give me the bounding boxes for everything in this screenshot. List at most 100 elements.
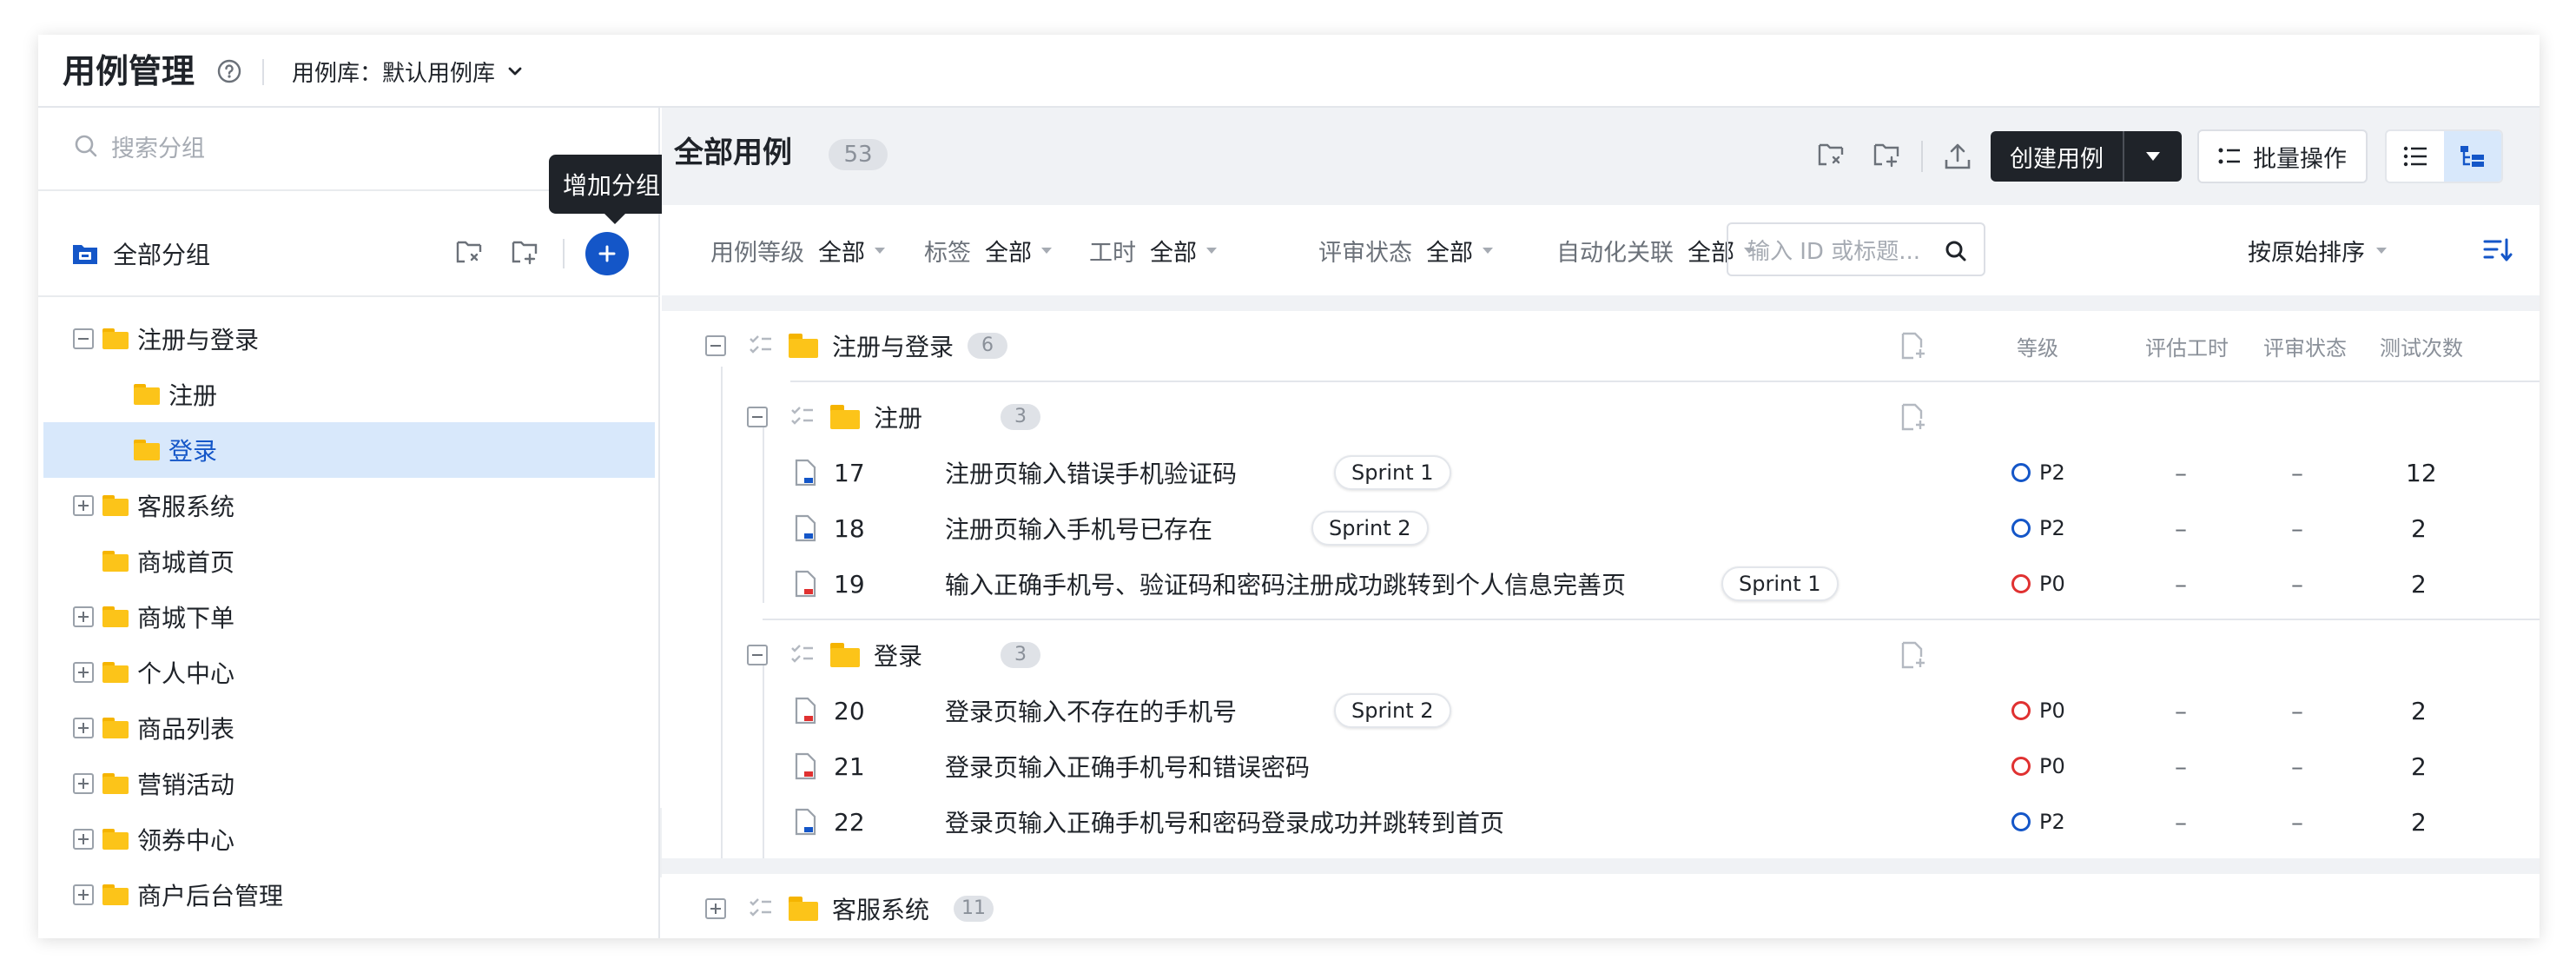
- collapse-toggle-icon[interactable]: [747, 645, 768, 665]
- add-case-icon[interactable]: [1900, 332, 1926, 360]
- tree-item-label: 客服系统: [137, 493, 235, 521]
- export-icon[interactable]: [1935, 134, 1980, 179]
- sort-label: 按原始排序: [2248, 239, 2365, 267]
- priority-badge: P0: [2011, 738, 2065, 794]
- plus-icon: [598, 245, 616, 262]
- select-check-icon[interactable]: [749, 897, 773, 921]
- add-case-icon[interactable]: [1900, 641, 1926, 669]
- folder-icon: [134, 384, 160, 405]
- tree-item[interactable]: 注册: [38, 367, 660, 422]
- filter-hours[interactable]: 工时 全部: [1089, 233, 1218, 268]
- test-case-icon: [795, 459, 816, 486]
- case-review-status: –: [2291, 807, 2303, 837]
- case-hours: –: [2175, 569, 2187, 599]
- priority-ring-icon: [2011, 463, 2031, 482]
- folder-icon: [102, 829, 129, 850]
- create-case-button[interactable]: 创建用例: [1991, 131, 2123, 182]
- expand-toggle-icon[interactable]: [73, 773, 94, 794]
- case-title[interactable]: 登录页输入正确手机号和密码登录成功并跳转到首页: [945, 794, 1504, 850]
- case-row[interactable]: 20 登录页输入不存在的手机号 Sprint 2 P0 – – 2: [662, 683, 2540, 738]
- filter-automation[interactable]: 自动化关联 全部: [1556, 233, 1755, 268]
- collapse-all-icon[interactable]: [502, 231, 547, 276]
- add-group-button[interactable]: [585, 232, 629, 275]
- folder-icon: [102, 662, 129, 683]
- tree-view-icon[interactable]: [2444, 131, 2501, 182]
- expand-all-icon[interactable]: [1808, 134, 1853, 179]
- list-view-icon[interactable]: [2387, 131, 2444, 182]
- priority-badge: P2: [2011, 500, 2065, 556]
- case-row[interactable]: 18 注册页输入手机号已存在 Sprint 2 P2 – – 2: [662, 500, 2540, 556]
- folder-icon: [789, 334, 818, 358]
- filter-review-status[interactable]: 评审状态 全部: [1318, 233, 1494, 268]
- group-row[interactable]: 客服系统 11: [662, 881, 2540, 937]
- folder-icon: [102, 773, 129, 794]
- tree-item[interactable]: 商户后台管理: [38, 867, 660, 923]
- expand-toggle-icon[interactable]: [73, 884, 94, 905]
- folder-icon: [830, 643, 860, 667]
- case-list-area: 全部用例 53 创建用例 批量操作 用例等级 全部 标签 全部 工时 全部 评审…: [662, 108, 2540, 938]
- expand-toggle-icon[interactable]: [705, 898, 726, 919]
- group-count-badge: 3: [1001, 404, 1040, 430]
- filter-tag[interactable]: 标签 全部: [924, 233, 1053, 268]
- tree-item[interactable]: 商城首页: [38, 533, 660, 589]
- group-tree: 注册与登录 注册 登录 客服系统 商城首页 商城下单 个人中心 商品列表 营销活…: [38, 311, 660, 923]
- case-title[interactable]: 注册页输入手机号已存在: [945, 500, 1212, 556]
- case-title[interactable]: 登录页输入不存在的手机号: [945, 683, 1237, 738]
- expand-toggle-icon[interactable]: [73, 495, 94, 516]
- group-row[interactable]: 登录 3: [662, 627, 2540, 683]
- folder-icon: [102, 884, 129, 905]
- case-hours: –: [2175, 696, 2187, 725]
- collapse-toggle-icon[interactable]: [705, 335, 726, 356]
- select-check-icon[interactable]: [790, 405, 815, 429]
- group-search-input[interactable]: 搜索分组: [73, 120, 205, 172]
- case-title[interactable]: 登录页输入正确手机号和错误密码: [945, 738, 1310, 794]
- case-list-title: 全部用例: [674, 136, 792, 170]
- case-row[interactable]: 21 登录页输入正确手机号和错误密码 P0 – – 2: [662, 738, 2540, 794]
- expand-toggle-icon[interactable]: [73, 829, 94, 850]
- tree-item[interactable]: 个人中心: [38, 645, 660, 700]
- add-case-icon[interactable]: [1900, 403, 1926, 431]
- expand-toggle-icon[interactable]: [73, 606, 94, 627]
- case-row[interactable]: 17 注册页输入错误手机验证码 Sprint 1 P2 – – 12: [662, 445, 2540, 500]
- case-search-input[interactable]: 输入 ID 或标题...: [1727, 222, 1985, 276]
- create-case-button-group: 创建用例: [1991, 131, 2182, 182]
- all-groups-item[interactable]: 全部分组: [71, 228, 210, 280]
- sort-selector[interactable]: 按原始排序: [2248, 233, 2388, 268]
- library-selector[interactable]: 用例库：默认用例库: [292, 54, 523, 89]
- group-row[interactable]: 注册与登录 6 等级 评估工时 评审状态 测试次数: [662, 318, 2540, 374]
- expand-toggle-icon[interactable]: [73, 662, 94, 683]
- priority-label: P2: [2039, 460, 2065, 485]
- case-title[interactable]: 注册页输入错误手机验证码: [945, 445, 1237, 500]
- tree-item[interactable]: 营销活动: [38, 756, 660, 811]
- expand-all-icon[interactable]: [446, 231, 492, 276]
- sort-order-icon[interactable]: [2479, 231, 2517, 269]
- tree-item[interactable]: 领券中心: [38, 811, 660, 867]
- case-row[interactable]: 19 输入正确手机号、验证码和密码注册成功跳转到个人信息完善页 Sprint 1…: [662, 556, 2540, 612]
- tree-item[interactable]: 商品列表: [38, 700, 660, 756]
- collapse-toggle-icon[interactable]: [73, 328, 94, 349]
- case-title[interactable]: 输入正确手机号、验证码和密码注册成功跳转到个人信息完善页: [945, 556, 1626, 612]
- app-header: 用例管理 用例库：默认用例库: [38, 35, 2540, 108]
- priority-ring-icon: [2011, 519, 2031, 538]
- collapse-toggle-icon[interactable]: [747, 407, 768, 427]
- select-check-icon[interactable]: [749, 334, 773, 358]
- filter-priority[interactable]: 用例等级 全部: [710, 233, 886, 268]
- group-row[interactable]: 注册 3: [662, 389, 2540, 445]
- group-count-badge: 11: [954, 896, 994, 922]
- tree-item[interactable]: 注册与登录: [38, 311, 660, 367]
- tree-item[interactable]: 客服系统: [38, 478, 660, 533]
- priority-label: P0: [2039, 754, 2065, 778]
- group-count-badge: 3: [1001, 642, 1040, 668]
- case-count-badge: 53: [829, 139, 888, 170]
- batch-operation-button[interactable]: 批量操作: [2197, 129, 2368, 183]
- create-case-dropdown[interactable]: [2123, 131, 2182, 182]
- case-row[interactable]: 22 登录页输入正确手机号和密码登录成功并跳转到首页 P2 – – 2: [662, 794, 2540, 850]
- select-check-icon[interactable]: [790, 643, 815, 667]
- collapse-all-icon[interactable]: [1864, 134, 1909, 179]
- tree-item-selected[interactable]: 登录: [43, 422, 655, 478]
- expand-toggle-icon[interactable]: [73, 718, 94, 738]
- case-search-placeholder: 输入 ID 或标题...: [1747, 238, 1921, 265]
- priority-badge: P2: [2011, 445, 2065, 500]
- tree-item[interactable]: 商城下单: [38, 589, 660, 645]
- help-icon[interactable]: [210, 52, 248, 90]
